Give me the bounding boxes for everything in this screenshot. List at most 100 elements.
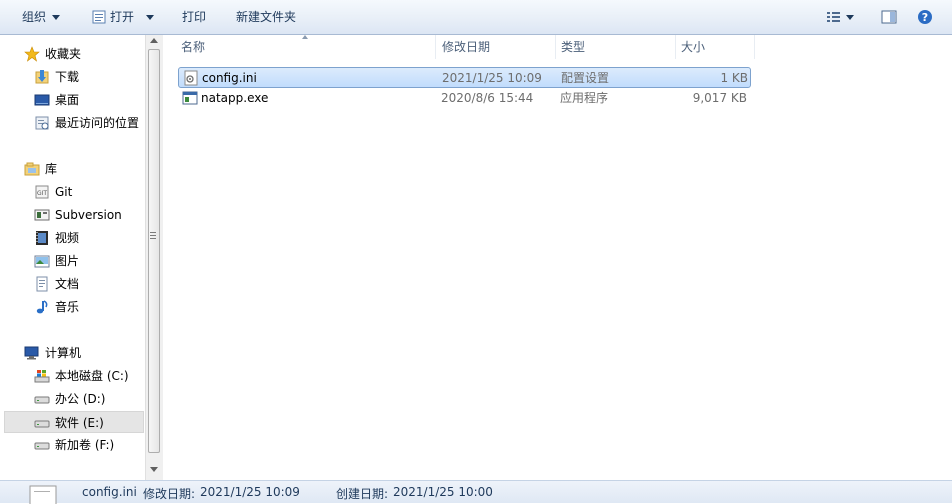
nav-label: 办公 (D:) [55,392,106,406]
view-dropdown[interactable] [846,8,854,26]
file-row[interactable]: natapp.exe 2020/8/6 15:44 应用程序 9,017 KB [178,88,751,109]
organize-button[interactable]: 组织 [22,8,61,26]
nav-scrollbar[interactable] [145,35,163,480]
nav-label: 音乐 [55,300,80,314]
nav-label: 最近访问的位置 [55,116,140,130]
drive-icon [34,396,50,404]
drive-icon [34,420,50,428]
windows-drive-icon [34,370,50,383]
column-divider[interactable] [435,35,436,59]
details-created-value: 2021/1/25 10:00 [393,485,493,499]
column-header-modified[interactable]: 修改日期 [442,35,490,59]
sort-ascending-icon [302,35,308,39]
svg-text:GIT: GIT [37,190,47,197]
videos-icon [36,231,48,245]
nav-label: 本地磁盘 (C:) [55,369,129,383]
column-header-type[interactable]: 类型 [561,35,585,59]
column-label: 类型 [561,40,586,54]
details-modified-label: 修改日期: [143,487,196,501]
column-header-name[interactable]: 名称 [181,35,205,59]
print-label: 打印 [182,10,207,24]
column-label: 大小 [681,40,706,54]
nav-label: 新加卷 (F:) [55,438,115,452]
open-button[interactable]: 打开 [110,8,155,26]
file-list: 名称 修改日期 类型 大小 config.ini 2021/1/25 10:09… [163,35,952,480]
file-type: 应用程序 [560,91,609,105]
print-button[interactable]: 打印 [182,8,206,26]
nav-label: 桌面 [55,93,80,107]
downloads-icon [35,70,49,84]
column-label: 名称 [181,40,206,54]
libraries-icon [24,162,40,176]
nav-desktop[interactable]: 桌面 [0,89,144,111]
nav-label: 计算机 [45,346,82,360]
details-modified-value: 2021/1/25 10:09 [200,485,300,499]
nav-recent[interactable]: 最近访问的位置 [0,112,144,134]
nav-favorites[interactable]: 收藏夹 [0,43,144,65]
preview-pane-icon[interactable] [881,9,897,25]
drive-icon [34,442,50,450]
nav-videos[interactable]: 视频 [0,227,144,249]
view-options-icon[interactable] [826,9,842,25]
nav-label: 软件 (E:) [55,416,104,430]
nav-downloads[interactable]: 下载 [0,66,144,88]
git-folder-icon: GIT [35,185,49,199]
star-icon [24,46,40,62]
nav-libraries[interactable]: 库 [0,158,144,180]
open-icon [92,10,106,24]
scroll-down-icon[interactable] [150,467,158,472]
nav-drive-e[interactable]: 软件 (E:) [4,411,144,433]
svg-text:?: ? [922,11,928,24]
nav-label: 图片 [55,254,80,268]
column-label: 修改日期 [442,40,491,54]
nav-label: 收藏夹 [45,47,82,61]
nav-drive-f[interactable]: 新加卷 (F:) [0,434,144,456]
details-created-label: 创建日期: [336,487,389,501]
details-file-name: config.ini [82,485,137,499]
scroll-thumb[interactable] [148,49,160,453]
file-row[interactable]: config.ini 2021/1/25 10:09 配置设置 1 KB [178,67,751,88]
config-file-icon [184,70,198,86]
nav-git[interactable]: GIT Git [0,181,144,203]
nav-documents[interactable]: 文档 [0,273,144,295]
nav-pictures[interactable]: 图片 [0,250,144,272]
subversion-folder-icon [34,209,50,221]
file-size: 9,017 KB [692,91,747,105]
application-icon [182,91,198,105]
pictures-icon [34,255,50,268]
documents-icon [36,276,48,292]
nav-label: 库 [45,162,58,176]
file-name: natapp.exe [201,91,269,105]
column-divider[interactable] [675,35,676,59]
computer-icon [24,346,39,360]
open-label: 打开 [110,10,135,24]
column-divider[interactable] [555,35,556,59]
config-file-icon [29,485,57,504]
file-type: 配置设置 [561,71,610,85]
chevron-down-icon [146,15,155,20]
file-size: 1 KB [720,71,748,85]
new-folder-label: 新建文件夹 [236,10,297,24]
nav-label: Git [55,185,73,199]
nav-music[interactable]: 音乐 [0,296,144,318]
column-divider[interactable] [754,35,755,59]
nav-label: Subversion [55,208,122,222]
organize-label: 组织 [22,10,47,24]
new-folder-button[interactable]: 新建文件夹 [236,8,296,26]
grip-icon [150,232,156,239]
file-modified: 2020/8/6 15:44 [441,91,534,105]
nav-label: 文档 [55,277,80,291]
nav-subversion[interactable]: Subversion [0,204,144,226]
command-bar: 组织 打开 打印 新建文件夹 ? [0,0,952,35]
file-modified: 2021/1/25 10:09 [442,71,542,85]
nav-drive-d[interactable]: 办公 (D:) [0,388,144,410]
column-header-size[interactable]: 大小 [681,35,705,59]
nav-drive-c[interactable]: 本地磁盘 (C:) [0,365,144,387]
details-pane: config.ini 修改日期: 2021/1/25 10:09 创建日期: 2… [0,480,952,504]
nav-computer[interactable]: 计算机 [0,342,144,364]
desktop-icon [34,94,50,106]
chevron-down-icon [846,15,854,20]
nav-label: 视频 [55,231,80,245]
scroll-up-icon[interactable] [150,38,158,43]
help-icon[interactable]: ? [917,9,933,25]
